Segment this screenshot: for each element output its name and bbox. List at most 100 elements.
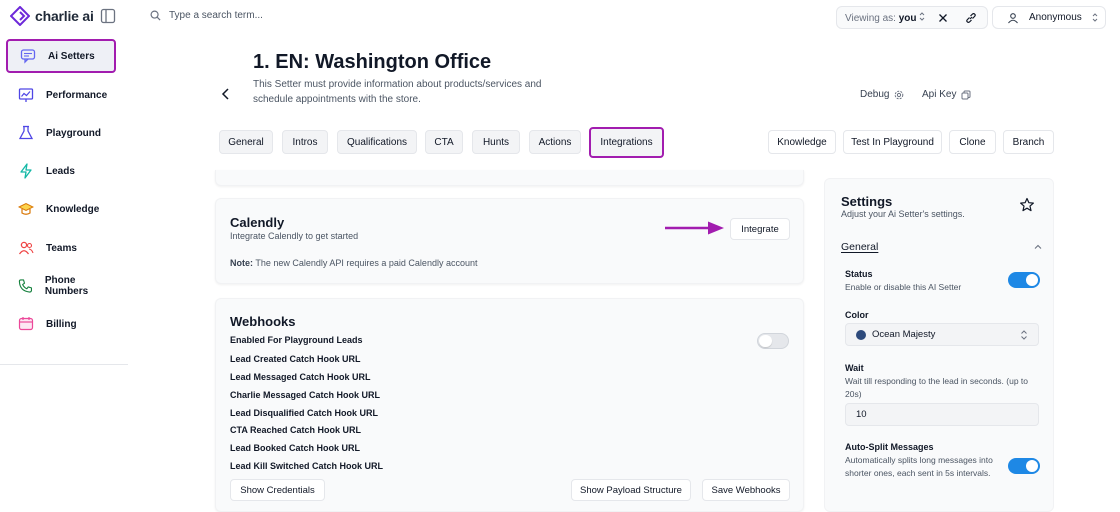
- tab-actions[interactable]: Actions: [529, 130, 581, 154]
- viewing-as-value: you: [898, 12, 917, 24]
- copy-link-button[interactable]: [957, 12, 985, 24]
- link-icon: [966, 12, 976, 23]
- color-value: Ocean Majesty: [872, 329, 936, 340]
- lightning-icon: [20, 163, 32, 179]
- tab-general[interactable]: General: [219, 130, 273, 154]
- back-arrow-icon[interactable]: [218, 86, 234, 102]
- search-bar[interactable]: Type a search term...: [150, 10, 263, 21]
- webhook-row[interactable]: Lead Kill Switched Catch Hook URL: [230, 461, 383, 471]
- search-icon: [150, 10, 161, 21]
- sidebar-item-teams[interactable]: Teams: [6, 231, 116, 265]
- status-description: Enable or disable this AI Setter: [845, 282, 962, 292]
- sidebar-item-billing[interactable]: Billing: [6, 307, 116, 341]
- calendly-subtitle: Integrate Calendly to get started: [230, 231, 359, 241]
- settings-title: Settings: [841, 194, 893, 209]
- webhook-row[interactable]: Lead Disqualified Catch Hook URL: [230, 408, 378, 418]
- sidebar-item-phone-numbers[interactable]: Phone Numbers: [6, 269, 116, 303]
- sidebar-item-knowledge[interactable]: Knowledge: [6, 192, 116, 226]
- sidebar-item-ai-setters[interactable]: Ai Setters: [6, 39, 116, 73]
- tab-hunts[interactable]: Hunts: [472, 130, 520, 154]
- auto-split-toggle[interactable]: [1008, 458, 1040, 474]
- auto-split-label: Auto-Split Messages: [845, 442, 934, 452]
- status-label: Status: [845, 269, 873, 279]
- tab-intros[interactable]: Intros: [282, 130, 328, 154]
- copy-icon: [961, 90, 971, 99]
- chat-icon: [20, 49, 36, 64]
- brand-logo[interactable]: charlie ai: [10, 6, 94, 26]
- viewing-as-selector[interactable]: Viewing as: you: [836, 6, 988, 29]
- sidebar: charlie ai Ai Setters Performance Playgr…: [0, 0, 128, 512]
- chart-icon: [18, 88, 34, 102]
- knowledge-button[interactable]: Knowledge: [768, 130, 836, 154]
- playground-leads-toggle[interactable]: [757, 333, 789, 349]
- clone-button[interactable]: Clone: [949, 130, 996, 154]
- calendly-note-label: Note:: [230, 258, 253, 268]
- api-key-label: Api Key: [922, 89, 957, 100]
- wait-label: Wait: [845, 363, 864, 373]
- webhook-row[interactable]: CTA Reached Catch Hook URL: [230, 425, 361, 435]
- chevron-up-down-icon: [1021, 330, 1027, 340]
- chevron-up-icon[interactable]: [1033, 242, 1043, 252]
- wait-input[interactable]: 10: [845, 403, 1039, 426]
- sidebar-item-leads[interactable]: Leads: [6, 154, 116, 188]
- save-webhooks-button[interactable]: Save Webhooks: [702, 479, 790, 501]
- sidebar-divider: [0, 364, 128, 365]
- show-credentials-button[interactable]: Show Credentials: [230, 479, 325, 501]
- calendly-title: Calendly: [230, 215, 285, 230]
- test-in-playground-button[interactable]: Test In Playground: [843, 130, 942, 154]
- flask-icon: [18, 125, 34, 140]
- close-icon: [939, 13, 947, 22]
- color-swatch: [856, 329, 866, 340]
- webhook-row[interactable]: Lead Booked Catch Hook URL: [230, 443, 360, 453]
- sidebar-item-playground[interactable]: Playground: [6, 116, 116, 150]
- debug-button[interactable]: Debug: [860, 89, 904, 100]
- settings-panel: Settings Adjust your Ai Setter's setting…: [824, 178, 1054, 512]
- api-key-button[interactable]: Api Key: [922, 89, 971, 100]
- tab-integrations[interactable]: Integrations: [589, 127, 664, 158]
- sidebar-item-performance[interactable]: Performance: [6, 78, 116, 112]
- webhook-row[interactable]: Lead Created Catch Hook URL: [230, 354, 361, 364]
- debug-label: Debug: [860, 89, 890, 100]
- sidebar-item-label: Billing: [46, 318, 77, 330]
- color-select[interactable]: Ocean Majesty: [845, 323, 1039, 346]
- show-payload-structure-button[interactable]: Show Payload Structure: [571, 479, 691, 501]
- gear-icon: [895, 90, 904, 99]
- page-description: This Setter must provide information abo…: [253, 79, 542, 105]
- phone-icon: [18, 279, 33, 293]
- sidebar-toggle-icon[interactable]: [100, 8, 116, 24]
- search-input[interactable]: Type a search term...: [169, 10, 263, 21]
- user-icon: [1008, 12, 1018, 23]
- brand-name: charlie ai: [35, 8, 94, 24]
- color-label: Color: [845, 310, 869, 320]
- status-toggle[interactable]: [1008, 272, 1040, 288]
- calendly-note-text: The new Calendly API requires a paid Cal…: [255, 258, 478, 268]
- integrate-calendly-button[interactable]: Integrate: [730, 218, 790, 240]
- calendly-note: Note: The new Calendly API requires a pa…: [230, 258, 477, 268]
- playground-leads-label: Enabled For Playground Leads: [230, 335, 363, 345]
- page-title: 1. EN: Washington Office: [253, 51, 492, 73]
- annotation-arrow-icon: [665, 221, 724, 235]
- previous-integration-card: [215, 170, 804, 186]
- branch-button[interactable]: Branch: [1003, 130, 1054, 154]
- webhook-row[interactable]: Charlie Messaged Catch Hook URL: [230, 390, 380, 400]
- sidebar-item-label: Leads: [46, 165, 75, 177]
- calendly-card: Calendly Integrate Calendly to get start…: [215, 198, 804, 284]
- sidebar-item-label: Knowledge: [46, 203, 100, 215]
- viewing-as-label[interactable]: Viewing as: you: [837, 11, 929, 24]
- webhook-row[interactable]: Lead Messaged Catch Hook URL: [230, 372, 371, 382]
- sidebar-item-label: Teams: [46, 242, 77, 254]
- user-menu[interactable]: Anonymous: [992, 6, 1106, 29]
- graduation-cap-icon: [18, 202, 34, 215]
- settings-general-section[interactable]: General: [841, 241, 878, 253]
- chevron-up-down-icon: [919, 11, 925, 21]
- tab-qualifications[interactable]: Qualifications: [337, 130, 417, 154]
- tab-cta[interactable]: CTA: [425, 130, 463, 154]
- user-name: Anonymous: [1029, 12, 1082, 23]
- clear-viewing-button[interactable]: [929, 13, 957, 23]
- webhooks-card: Webhooks Enabled For Playground Leads Le…: [215, 298, 804, 512]
- wait-description: Wait till responding to the lead in seco…: [845, 376, 1029, 399]
- star-icon[interactable]: [1019, 197, 1035, 213]
- settings-subtitle: Adjust your Ai Setter's settings.: [841, 209, 965, 219]
- chevron-up-down-icon: [1092, 13, 1098, 22]
- sidebar-item-label: Phone Numbers: [44, 275, 89, 297]
